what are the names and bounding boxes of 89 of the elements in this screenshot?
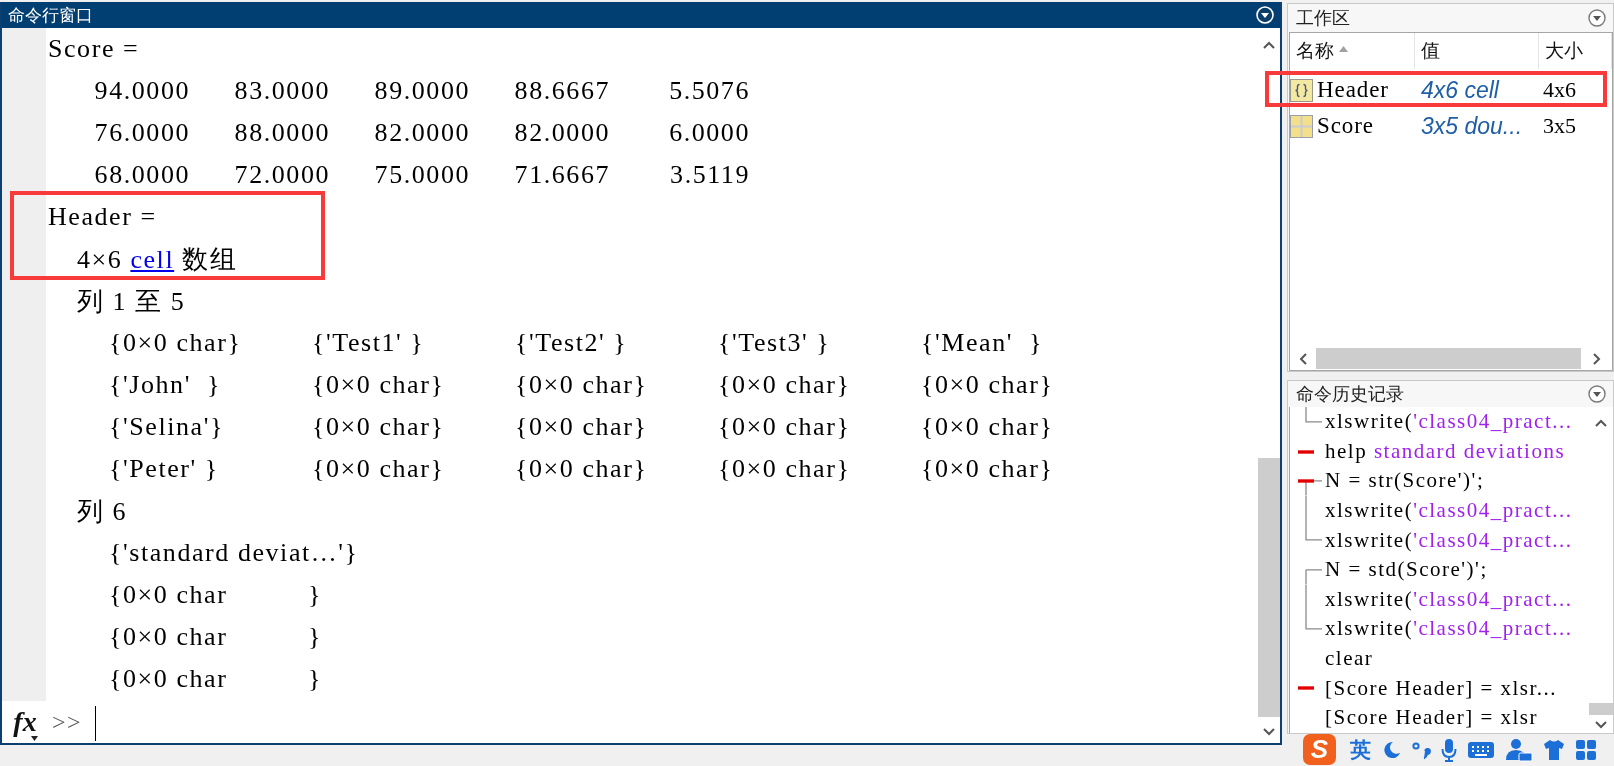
cell-value: {0×0 char} — [109, 328, 242, 358]
variable-name[interactable]: Score — [1317, 113, 1374, 139]
scroll-up-icon[interactable] — [1595, 419, 1607, 427]
matrix-value: 5.5076 — [669, 76, 750, 106]
scroll-thumb[interactable] — [1316, 348, 1581, 369]
punctuation-icon[interactable] — [1411, 739, 1431, 760]
panel-title: 命令行窗口 — [8, 3, 93, 27]
matrix-value: 82.0000 — [374, 118, 470, 148]
function-browser-button[interactable]: fx — [8, 703, 42, 741]
cell-value: {'Mean' } — [921, 328, 1044, 358]
moon-icon[interactable] — [1383, 740, 1401, 759]
history-command[interactable]: help standard deviations — [1325, 438, 1566, 464]
history-command[interactable]: xlswrite('class04_pract... — [1325, 616, 1573, 642]
cell-value: {'Test2' } — [515, 328, 628, 358]
scroll-thumb[interactable] — [1258, 458, 1280, 717]
variable-value: 4x6 cell — [1421, 76, 1499, 104]
matrix-value: 75.0000 — [374, 160, 470, 190]
matrix-value: 82.0000 — [514, 118, 610, 148]
caret-icon — [31, 736, 38, 741]
matrix-value: 83.0000 — [234, 76, 330, 106]
column-range-label: 列 6 — [77, 495, 128, 528]
prompt-text: >> — [52, 708, 82, 736]
user-icon[interactable] — [1505, 737, 1533, 762]
variable-heading: Score = — [48, 34, 140, 64]
cell-value: {'Test3' } — [718, 328, 831, 358]
variable-heading: Header = — [48, 202, 157, 232]
tiles-icon[interactable] — [1575, 738, 1597, 761]
matrix-value: 72.0000 — [234, 160, 330, 190]
panel-title: 命令历史记录 — [1296, 382, 1404, 406]
history-command[interactable]: [Score Header] = xlsr... — [1325, 675, 1558, 701]
matrix-value: 88.6667 — [514, 76, 610, 106]
history-command[interactable]: xlswrite('class04_pract... — [1325, 498, 1573, 524]
matrix-value: 3.5119 — [670, 160, 750, 190]
panel-title: 工作区 — [1296, 6, 1350, 30]
cell-value: {0×0 char} — [515, 454, 648, 484]
cell-value: {'Peter' } — [109, 454, 219, 484]
matrix-value: 76.0000 — [94, 118, 190, 148]
scroll-thumb[interactable] — [1589, 702, 1613, 715]
dropdown-icon[interactable] — [1588, 9, 1606, 27]
cell-value: {0×0 char } — [109, 664, 323, 694]
cell-value: {0×0 char} — [312, 454, 445, 484]
scroll-up-icon[interactable] — [1263, 41, 1275, 49]
cell-value: {0×0 char} — [921, 454, 1054, 484]
input-mode-toggle[interactable]: 英 — [1350, 735, 1371, 764]
cell-value: {0×0 char} — [515, 412, 648, 442]
matrix-value: 88.0000 — [234, 118, 330, 148]
scroll-down-icon[interactable] — [1263, 728, 1275, 736]
cell-value: {0×0 char} — [718, 412, 851, 442]
scroll-down-icon[interactable] — [1595, 720, 1607, 729]
variable-size: 3x5 — [1543, 113, 1576, 139]
history-command[interactable]: xlswrite('class04_pract... — [1325, 527, 1573, 553]
history-command[interactable]: N = std(Score')'; — [1325, 557, 1488, 583]
dropdown-icon[interactable] — [1588, 385, 1606, 403]
history-command[interactable]: xlswrite('class04_pract... — [1325, 586, 1573, 612]
keyboard-icon[interactable] — [1467, 739, 1495, 760]
history-command[interactable]: xlswrite('class04_pract... — [1325, 409, 1573, 435]
column-range-label: 列 1 至 5 — [77, 285, 186, 318]
variable-value: 3x5 dou... — [1421, 112, 1523, 140]
history-command[interactable]: [Score Header] = xlsr — [1325, 705, 1538, 731]
history-command[interactable]: N = str(Score')'; — [1325, 468, 1485, 494]
matrix-value: 71.6667 — [514, 160, 610, 190]
cell-value: {'Selina'} — [109, 412, 224, 442]
cell-link[interactable]: cell — [130, 244, 175, 274]
matrix-value: 6.0000 — [669, 118, 750, 148]
scroll-left-icon[interactable] — [1299, 352, 1307, 365]
cell-value: {0×0 char} — [921, 370, 1054, 400]
cell-value: {0×0 char} — [921, 412, 1054, 442]
size-text: 4×6 cell 数组 — [77, 243, 238, 276]
matrix-value: 89.0000 — [374, 76, 470, 106]
variable-name[interactable]: Header — [1317, 77, 1389, 103]
cell-value: {0×0 char } — [109, 580, 323, 610]
cell-value: {'standard deviat…'} — [109, 538, 359, 568]
cell-value: {0×0 char} — [718, 454, 851, 484]
matrix-value: 94.0000 — [94, 76, 190, 106]
braces-icon — [1290, 78, 1313, 102]
group-bracket — [1305, 407, 1323, 423]
cell-value: {'Test1' } — [312, 328, 425, 358]
variable-size: 4x6 — [1543, 77, 1576, 103]
shirt-icon[interactable] — [1543, 738, 1565, 761]
cell-value: {0×0 char} — [718, 370, 851, 400]
cell-value: {0×0 char} — [312, 412, 445, 442]
scroll-right-icon[interactable] — [1592, 352, 1601, 365]
cell-value: {0×0 char} — [515, 370, 648, 400]
microphone-icon[interactable] — [1441, 737, 1457, 762]
cell-value: {0×0 char } — [109, 622, 323, 652]
cell-value: {'John' } — [109, 370, 222, 400]
cell-value: {0×0 char} — [312, 370, 445, 400]
history-command[interactable]: clear — [1325, 646, 1374, 672]
matrix-value: 68.0000 — [94, 160, 190, 190]
